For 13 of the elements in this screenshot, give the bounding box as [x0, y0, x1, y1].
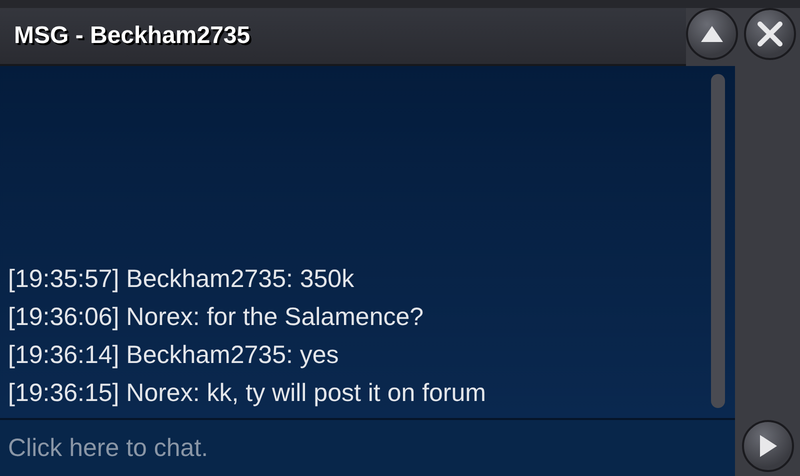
play-icon	[758, 434, 778, 458]
scrollbar[interactable]	[711, 74, 725, 408]
close-button[interactable]	[744, 8, 796, 60]
chat-message: [19:36:06] Norex: for the Salamence?	[8, 302, 425, 333]
chat-message: [19:35:57] Beckham2735: 350k	[8, 264, 356, 295]
chat-input[interactable]: Click here to chat.	[0, 420, 735, 476]
chat-message: [19:36:15] Norex: kk, ty will post it on forum	[8, 378, 487, 409]
chat-message: [19:36:14] Beckham2735: yes	[8, 340, 340, 371]
window-title: MSG - Beckham2735	[14, 22, 250, 50]
minimize-button[interactable]	[686, 8, 738, 60]
up-arrow-icon	[700, 25, 724, 43]
send-button[interactable]	[742, 420, 794, 472]
close-icon	[757, 21, 783, 47]
